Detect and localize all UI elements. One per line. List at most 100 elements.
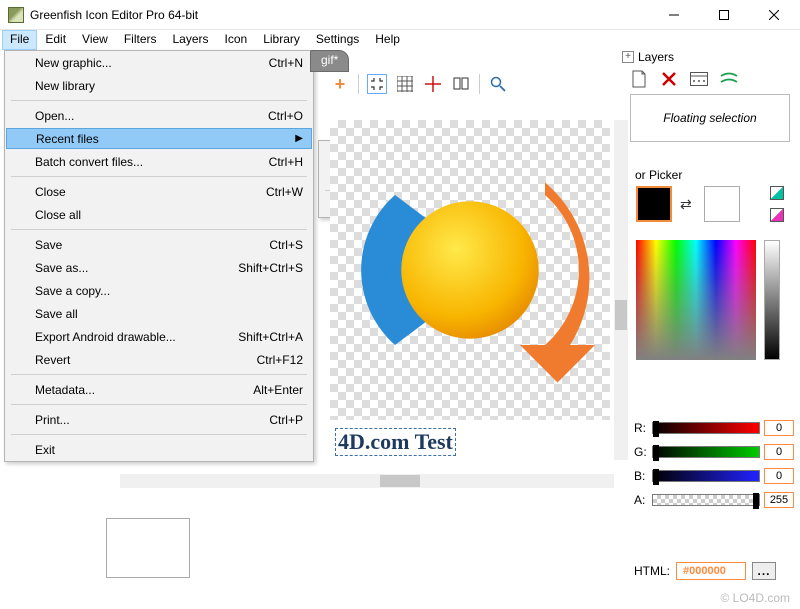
menuitem-label: New library bbox=[35, 79, 303, 93]
menuitem-save-all[interactable]: Save all bbox=[5, 302, 313, 325]
canvas[interactable] bbox=[330, 120, 610, 420]
swap-colors-icon[interactable]: ⇄ bbox=[680, 196, 692, 213]
toolbar-separator bbox=[358, 74, 359, 94]
green-slider-row: G: 0 bbox=[634, 444, 794, 460]
menuitem-label: New graphic... bbox=[35, 56, 269, 70]
menuitem-metadata[interactable]: Metadata...Alt+Enter bbox=[5, 378, 313, 401]
center-lines-icon[interactable] bbox=[423, 74, 443, 94]
fit-window-icon[interactable] bbox=[367, 74, 387, 94]
merge-layers-icon[interactable] bbox=[720, 70, 738, 88]
vertical-scrollbar[interactable] bbox=[614, 120, 628, 460]
grid-icon[interactable] bbox=[395, 74, 415, 94]
menuitem-export-android-drawable[interactable]: Export Android drawable...Shift+Ctrl+A bbox=[5, 325, 313, 348]
menu-library[interactable]: Library bbox=[255, 30, 308, 50]
toolbar-separator bbox=[479, 74, 480, 94]
foreground-color-swatch[interactable] bbox=[636, 186, 672, 222]
menuitem-save[interactable]: SaveCtrl+S bbox=[5, 233, 313, 256]
alpha-slider-row: A: 255 bbox=[634, 492, 794, 508]
layers-toolbar bbox=[630, 70, 738, 88]
menuitem-save-as[interactable]: Save as...Shift+Ctrl+S bbox=[5, 256, 313, 279]
blue-label: B: bbox=[634, 469, 648, 483]
html-label: HTML: bbox=[634, 564, 670, 578]
red-value[interactable]: 0 bbox=[764, 420, 794, 436]
file-menu-dropdown[interactable]: New graphic...Ctrl+NNew libraryOpen...Ct… bbox=[4, 50, 314, 462]
menuitem-exit[interactable]: Exit bbox=[5, 438, 313, 461]
layers-panel-header: + Layers bbox=[622, 50, 674, 64]
menuitem-new-graphic[interactable]: New graphic...Ctrl+N bbox=[5, 51, 313, 74]
menu-icon[interactable]: Icon bbox=[217, 30, 256, 50]
menuitem-label: Batch convert files... bbox=[35, 155, 269, 169]
color-indicator-a[interactable] bbox=[770, 186, 784, 200]
layer-properties-icon[interactable] bbox=[690, 70, 708, 88]
color-indicator-b[interactable] bbox=[770, 208, 784, 222]
menuitem-shortcut: Shift+Ctrl+A bbox=[238, 330, 303, 344]
pages-icon[interactable] bbox=[451, 74, 471, 94]
menuitem-batch-convert-files[interactable]: Batch convert files...Ctrl+H bbox=[5, 150, 313, 173]
color-picker-title: or Picker bbox=[635, 168, 682, 182]
menu-separator bbox=[11, 404, 307, 405]
watermark: © LO4D.com bbox=[720, 591, 790, 605]
menu-view[interactable]: View bbox=[74, 30, 116, 50]
layers-title: Layers bbox=[638, 50, 674, 64]
background-color-swatch[interactable] bbox=[704, 186, 740, 222]
menuitem-label: Save bbox=[35, 238, 269, 252]
layer-floating-selection[interactable]: Floating selection bbox=[630, 94, 790, 142]
menuitem-label: Save as... bbox=[35, 261, 238, 275]
green-value[interactable]: 0 bbox=[764, 444, 794, 460]
horizontal-scrollbar[interactable] bbox=[120, 474, 614, 488]
new-layer-icon[interactable] bbox=[630, 70, 648, 88]
blue-slider-row: B: 0 bbox=[634, 468, 794, 484]
blue-value[interactable]: 0 bbox=[764, 468, 794, 484]
hue-saturation-field[interactable] bbox=[636, 240, 756, 360]
canvas-background bbox=[330, 120, 610, 420]
alpha-value[interactable]: 255 bbox=[764, 492, 794, 508]
menu-separator bbox=[11, 434, 307, 435]
menu-file[interactable]: File bbox=[2, 30, 37, 50]
alpha-slider[interactable] bbox=[652, 494, 760, 506]
delete-layer-icon[interactable] bbox=[660, 70, 678, 88]
document-tabs: gif* bbox=[310, 50, 349, 72]
menuitem-open[interactable]: Open...Ctrl+O bbox=[5, 104, 313, 127]
canvas-text-layer[interactable]: 4D.com Test bbox=[335, 428, 456, 456]
green-label: G: bbox=[634, 445, 648, 459]
menuitem-label: Close bbox=[35, 185, 266, 199]
menu-edit[interactable]: Edit bbox=[37, 30, 74, 50]
menuitem-label: Revert bbox=[35, 353, 257, 367]
menuitem-close[interactable]: CloseCtrl+W bbox=[5, 180, 313, 203]
menu-separator bbox=[11, 176, 307, 177]
expand-icon[interactable]: + bbox=[622, 51, 634, 63]
menuitem-print[interactable]: Print...Ctrl+P bbox=[5, 408, 313, 431]
zoom-icon[interactable] bbox=[488, 74, 508, 94]
html-color-value[interactable]: #000000 bbox=[676, 562, 746, 580]
menu-help[interactable]: Help bbox=[367, 30, 408, 50]
menu-separator bbox=[11, 374, 307, 375]
preview-thumbnail[interactable] bbox=[106, 518, 190, 578]
menuitem-shortcut: Ctrl+P bbox=[269, 413, 303, 427]
green-slider[interactable] bbox=[652, 446, 760, 458]
menu-filters[interactable]: Filters bbox=[116, 30, 165, 50]
app-icon bbox=[8, 7, 24, 23]
menuitem-save-a-copy[interactable]: Save a copy... bbox=[5, 279, 313, 302]
menu-layers[interactable]: Layers bbox=[165, 30, 217, 50]
menuitem-recent-files[interactable]: Recent files▶ bbox=[6, 128, 312, 149]
add-page-icon[interactable]: + bbox=[330, 74, 350, 94]
menuitem-label: Save a copy... bbox=[35, 284, 303, 298]
red-label: R: bbox=[634, 421, 648, 435]
close-button[interactable] bbox=[756, 5, 792, 25]
more-colors-button[interactable]: ... bbox=[752, 562, 776, 580]
maximize-button[interactable] bbox=[706, 5, 742, 25]
submenu-arrow-icon: ▶ bbox=[295, 133, 303, 144]
menuitem-shortcut: Alt+Enter bbox=[253, 383, 303, 397]
menu-settings[interactable]: Settings bbox=[308, 30, 367, 50]
menuitem-label: Open... bbox=[35, 109, 268, 123]
minimize-button[interactable] bbox=[656, 5, 692, 25]
document-tab[interactable]: gif* bbox=[310, 50, 349, 72]
menuitem-shortcut: Ctrl+H bbox=[269, 155, 303, 169]
menuitem-revert[interactable]: RevertCtrl+F12 bbox=[5, 348, 313, 371]
menuitem-close-all[interactable]: Close all bbox=[5, 203, 313, 226]
blue-slider[interactable] bbox=[652, 470, 760, 482]
menuitem-new-library[interactable]: New library bbox=[5, 74, 313, 97]
red-slider[interactable] bbox=[652, 422, 760, 434]
menuitem-shortcut: Ctrl+W bbox=[266, 185, 303, 199]
value-strip[interactable] bbox=[764, 240, 780, 360]
